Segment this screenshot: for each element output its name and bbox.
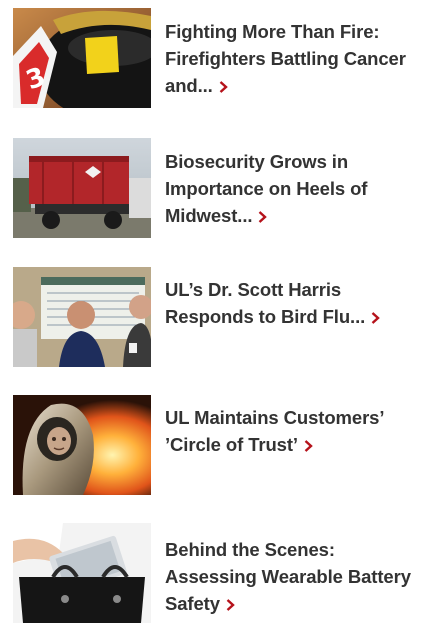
tablet-bag-thumbnail [13, 523, 151, 623]
chevron-right-icon [226, 590, 235, 617]
article-title[interactable]: UL’s Dr. Scott Harris Responds to Bird F… [165, 276, 422, 330]
chevron-right-icon [258, 202, 268, 229]
firefighter-helmet-thumbnail: 3 [13, 8, 151, 108]
article-thumbnail[interactable] [13, 395, 151, 495]
chevron-right-icon [219, 72, 228, 99]
article-item[interactable]: UL’s Dr. Scott Harris Responds to Bird F… [13, 267, 422, 368]
article-thumbnail[interactable]: 3 [13, 8, 151, 108]
article-thumbnail[interactable] [13, 267, 151, 367]
article-title[interactable]: Fighting More Than Fire: Firefighters Ba… [165, 18, 422, 99]
article-title-text[interactable]: Fighting More Than Fire: Firefighters Ba… [165, 21, 406, 96]
people-meeting-thumbnail [13, 267, 151, 367]
article-title[interactable]: Behind the Scenes: Assessing Wearable Ba… [165, 536, 422, 617]
chevron-right-icon [304, 431, 313, 458]
article-item[interactable]: Behind the Scenes: Assessing Wearable Ba… [13, 523, 422, 624]
article-item[interactable]: 3 Fighting More Than Fire: Firefighters … [13, 8, 422, 109]
red-truck-thumbnail [13, 138, 151, 238]
article-thumbnail[interactable] [13, 138, 151, 238]
fire-suit-thumbnail [13, 395, 151, 495]
article-title-text[interactable]: UL’s Dr. Scott Harris Responds to Bird F… [165, 279, 365, 327]
article-item[interactable]: UL Maintains Customers’ ’Circle of Trust… [13, 395, 422, 496]
article-item[interactable]: Biosecurity Grows in Importance on Heels… [13, 138, 422, 239]
article-title-text[interactable]: UL Maintains Customers’ ’Circle of Trust… [165, 407, 383, 455]
article-thumbnail[interactable] [13, 523, 151, 623]
article-title[interactable]: UL Maintains Customers’ ’Circle of Trust… [165, 404, 422, 458]
chevron-right-icon [371, 303, 380, 330]
article-title[interactable]: Biosecurity Grows in Importance on Heels… [165, 148, 422, 229]
article-title-text[interactable]: Behind the Scenes: Assessing Wearable Ba… [165, 539, 411, 614]
